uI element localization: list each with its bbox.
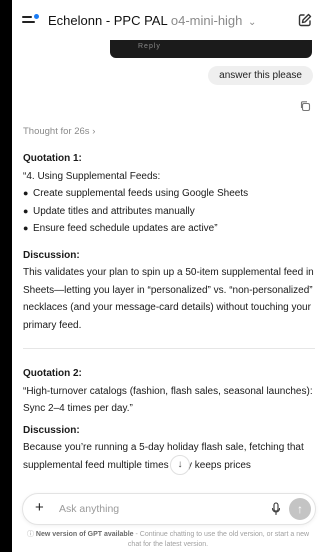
plus-icon[interactable]: +	[35, 500, 44, 516]
message-action-bar: Reply	[110, 40, 312, 58]
thought-duration-toggle[interactable]: Thought for 26s ›	[23, 126, 95, 137]
arrow-down-icon: ↓	[177, 459, 183, 470]
arrow-up-icon: ↑	[297, 502, 303, 516]
chevron-down-icon: ⌄	[248, 17, 257, 28]
info-icon: ⓘ	[26, 531, 36, 538]
list-item: ● Create supplemental feeds using Google …	[23, 185, 315, 203]
model-name: o4-mini-high	[170, 13, 243, 28]
microphone-icon[interactable]	[271, 502, 281, 516]
quotation-1-intro: “4. Using Supplemental Feeds:	[23, 170, 161, 182]
quotation-2-text: “High-turnover catalogs (fashion, flash …	[23, 385, 313, 415]
notice-headline: New version of GPT available	[35, 531, 134, 538]
bullet-icon: ●	[23, 205, 29, 216]
message-input[interactable]	[59, 501, 249, 517]
chat-title: Echelonn - PPC PAL	[48, 13, 168, 28]
bullet-icon: ●	[23, 223, 29, 233]
list-item: ● Ensure feed schedule updates are active…	[23, 220, 315, 238]
chat-screen: Echelonn - PPC PAL o4-mini-high ⌄ Reply …	[12, 0, 323, 552]
app-header: Echelonn - PPC PAL o4-mini-high ⌄	[12, 0, 323, 40]
thought-label: Thought for 26s	[23, 126, 90, 137]
assistant-response: Quotation 1: “4. Using Supplemental Feed…	[23, 150, 315, 474]
version-notice: ⓘ New version of GPT available - Continu…	[22, 530, 314, 550]
send-button[interactable]: ↑	[289, 498, 311, 520]
discussion-2-text: Because you’re running a 5-day holiday f…	[23, 442, 304, 471]
user-message-bubble: answer this please	[208, 66, 313, 85]
new-chat-icon[interactable]	[297, 12, 313, 28]
model-selector[interactable]: Echelonn - PPC PAL o4-mini-high ⌄	[48, 13, 256, 28]
scroll-down-button[interactable]: ↓	[170, 455, 190, 475]
reply-button[interactable]: Reply	[138, 43, 161, 50]
device-frame: Echelonn - PPC PAL o4-mini-high ⌄ Reply …	[0, 0, 323, 552]
bullet-icon: ●	[23, 188, 29, 198]
discussion-2-heading: Discussion:	[23, 424, 80, 436]
quotation-1-heading: Quotation 1:	[23, 153, 82, 164]
list-item: ● Update titles and attributes manually	[23, 203, 315, 221]
discussion-1-heading: Discussion:	[23, 249, 80, 261]
copy-icon[interactable]	[299, 100, 311, 112]
section-divider	[23, 348, 315, 349]
sidebar-menu-icon[interactable]	[22, 14, 39, 26]
quotation-2-heading: Quotation 2:	[23, 368, 82, 379]
chevron-right-icon: ›	[92, 126, 96, 137]
discussion-1-text: This validates your plan to spin up a 50…	[23, 267, 314, 331]
message-composer: + ↑	[22, 493, 316, 525]
notice-text: - Continue chatting to use the old versi…	[127, 531, 310, 548]
